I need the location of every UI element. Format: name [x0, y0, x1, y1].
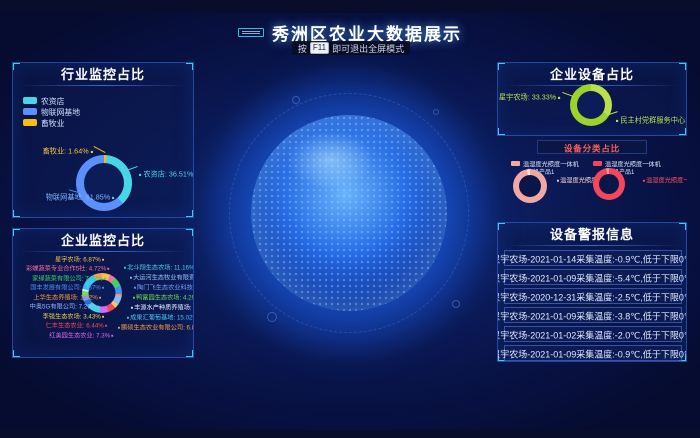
- corner-bracket-icon: [186, 210, 194, 218]
- legend-item-animal-husbandry[interactable]: 畜牧业: [23, 115, 71, 130]
- slice-label: 红美园生态农业: 7.3%: [49, 330, 113, 339]
- alarm-row: 星宇农场-2021-01-09采集温度:-0.9℃,低于下限0℃: [504, 345, 682, 361]
- corner-bracket-icon: [679, 128, 687, 136]
- panel-title: 企业设备占比: [498, 63, 686, 85]
- globe: [251, 115, 447, 311]
- legend-swatch: [23, 119, 37, 126]
- legend-swatch: [23, 108, 37, 115]
- f11-keycap: F11: [310, 42, 329, 54]
- panel-title: 设备分类占比: [564, 141, 620, 154]
- corner-bracket-icon: [679, 222, 687, 230]
- section-title-bar: 设备分类占比: [537, 140, 647, 154]
- legend-swatch: [23, 97, 37, 104]
- leader-line: [562, 92, 574, 97]
- title-divider: [21, 85, 185, 86]
- alarm-row: 星宇农场-2021-01-09采集温度:-3.8℃,低于下限0℃: [504, 307, 682, 323]
- alarm-row: 星宇农场-2021-01-09采集温度:-5.4℃,低于下限0℃: [504, 269, 682, 285]
- slice-label: 陶门飞生态农业科技有限公: [134, 282, 194, 291]
- corner-bracket-icon: [12, 62, 20, 70]
- alarm-row: 星宇农场-2020-12-31采集温度:-2.5℃,低于下限0℃: [504, 288, 682, 304]
- device-class-panel: 设备分类占比 温湿度光照度一体机 温湿度光照度一体机 一体机产品1 一体机产品1…: [497, 140, 687, 206]
- donut-hole: [599, 174, 619, 194]
- slice-label: 鸭富园生态农场: 4.29: [133, 292, 194, 301]
- title-divider: [506, 245, 678, 246]
- alarm-text: 星宇农场-2021-01-14采集温度:-0.9℃,低于下限0℃: [497, 251, 687, 265]
- corner-bracket-icon: [12, 210, 20, 218]
- corner-bracket-icon: [497, 62, 505, 70]
- corner-bracket-icon: [537, 140, 542, 145]
- title-divider: [21, 251, 185, 252]
- bottom-strip: [0, 430, 700, 438]
- donut-hole: [519, 175, 541, 197]
- brand-logo: [238, 28, 264, 37]
- legend-label: 畜牧业: [41, 117, 64, 129]
- slice-label: 农资店: 36.51%: [139, 168, 193, 179]
- enterprise-monitor-panel: 企业监控占比 星宇农场: 6.87% 彩蝶蔬菜专业合作5社: 4.72% 家绿蔬…: [12, 228, 194, 358]
- alarm-text: 星宇农场-2021-01-02采集温度:-2.0℃,低于下限0℃: [497, 327, 687, 341]
- corner-bracket-icon: [12, 228, 20, 236]
- corner-bracket-icon: [497, 128, 505, 136]
- corner-bracket-icon: [186, 62, 194, 70]
- slice-label: 民主村党群服务中心:: [616, 114, 687, 125]
- slice-label: 星宇农场: 6.87%: [55, 254, 104, 263]
- slice-label: 彩蝶蔬菜专业合作5社: 4.72%: [26, 263, 109, 272]
- hint-prefix: 按: [298, 42, 307, 55]
- leader-line: [126, 166, 138, 171]
- alarm-text: 星宇农场-2020-12-31采集温度:-2.5℃,低于下限0℃: [497, 289, 687, 303]
- decor-circle: [267, 312, 277, 322]
- slice-label: 仁丰生态农业: 6.44%: [46, 320, 107, 329]
- slice-label: 鹏硕生态农业有限公司: 6.879: [118, 322, 194, 331]
- slice-label: 畜牧业: 1.64%: [43, 145, 93, 156]
- slice-label: 成果汇葡萄基地: 15.02%: [127, 312, 194, 321]
- fullscreen-hint: 按 F11 即可退出全屏模式: [292, 41, 410, 55]
- slice-label: 国丰发展有限公司: 6.87%: [30, 282, 104, 291]
- alarm-text: 星宇农场-2021-01-09采集温度:-5.4℃,低于下限0℃: [497, 270, 687, 284]
- slice-label: 丰源水产种质养殖场: 1.: [131, 302, 194, 311]
- corner-bracket-icon: [497, 222, 505, 230]
- slice-label: 李强生态农场: 3.43%: [43, 311, 104, 320]
- industry-monitor-panel: 行业监控占比 农资店 物联网基地 畜牧业 畜牧业: 1.64% 农资店: 36.…: [12, 62, 194, 218]
- decor-circle: [452, 300, 460, 308]
- top-strip: [0, 0, 700, 13]
- device-class-right-donut[interactable]: [593, 168, 625, 200]
- corner-bracket-icon: [642, 149, 647, 154]
- alarm-text: 星宇农场-2021-01-09采集温度:-3.8℃,低于下限0℃: [497, 308, 687, 322]
- leader-line: [94, 146, 106, 153]
- legend-swatch: [511, 161, 520, 166]
- decor-circle: [433, 109, 439, 115]
- alarm-text: 星宇农场-2021-01-09采集温度:-0.9℃,低于下限0℃: [497, 346, 687, 360]
- panel-title: 企业监控占比: [13, 229, 193, 251]
- slice-label: 上华生态养殖场: 1.72%: [33, 292, 101, 301]
- device-ratio-donut-chart[interactable]: [570, 84, 612, 126]
- corner-bracket-icon: [186, 228, 194, 236]
- hint-suffix: 即可退出全屏模式: [332, 42, 404, 55]
- industry-donut-chart[interactable]: [76, 155, 132, 211]
- corner-bracket-icon: [679, 62, 687, 70]
- dashboard: 秀洲区农业大数据展示 按 F11 即可退出全屏模式 行业监控占比 农资店 物联网…: [0, 0, 700, 438]
- slice-label: 北斗翔生态农场: 11.16%: [124, 262, 194, 271]
- legend-swatch: [593, 161, 602, 166]
- alarm-row: 星宇农场-2021-01-14采集温度:-0.9℃,低于下限0℃: [504, 250, 682, 266]
- slice-label: 星宇农场: 33.33%: [498, 91, 560, 102]
- device-ratio-panel: 企业设备占比 星宇农场: 33.33% 民主村党群服务中心:: [497, 62, 687, 136]
- decor-circle: [292, 96, 300, 104]
- alarm-row: 星宇农场-2021-01-02采集温度:-2.0℃,低于下限0℃: [504, 326, 682, 342]
- slice-label: 中奥5G有限公司: 7.29%: [29, 301, 99, 310]
- corner-bracket-icon: [186, 350, 194, 358]
- slice-label: 大运河生态牧业有限责任公: [130, 272, 194, 281]
- panel-title: 行业监控占比: [13, 63, 193, 85]
- slice-label: 家绿蔬菜有限公司: 7.72%: [32, 273, 106, 282]
- panel-title: 设备警报信息: [498, 223, 686, 245]
- corner-bracket-icon: [12, 350, 20, 358]
- slice-label: 温湿度光照度一体机: [643, 175, 687, 184]
- device-class-left-donut[interactable]: [513, 169, 547, 203]
- device-alarm-panel: 设备警报信息 星宇农场-2021-01-14采集温度:-0.9℃,低于下限0℃ …: [497, 222, 687, 362]
- donut-hole: [577, 91, 605, 119]
